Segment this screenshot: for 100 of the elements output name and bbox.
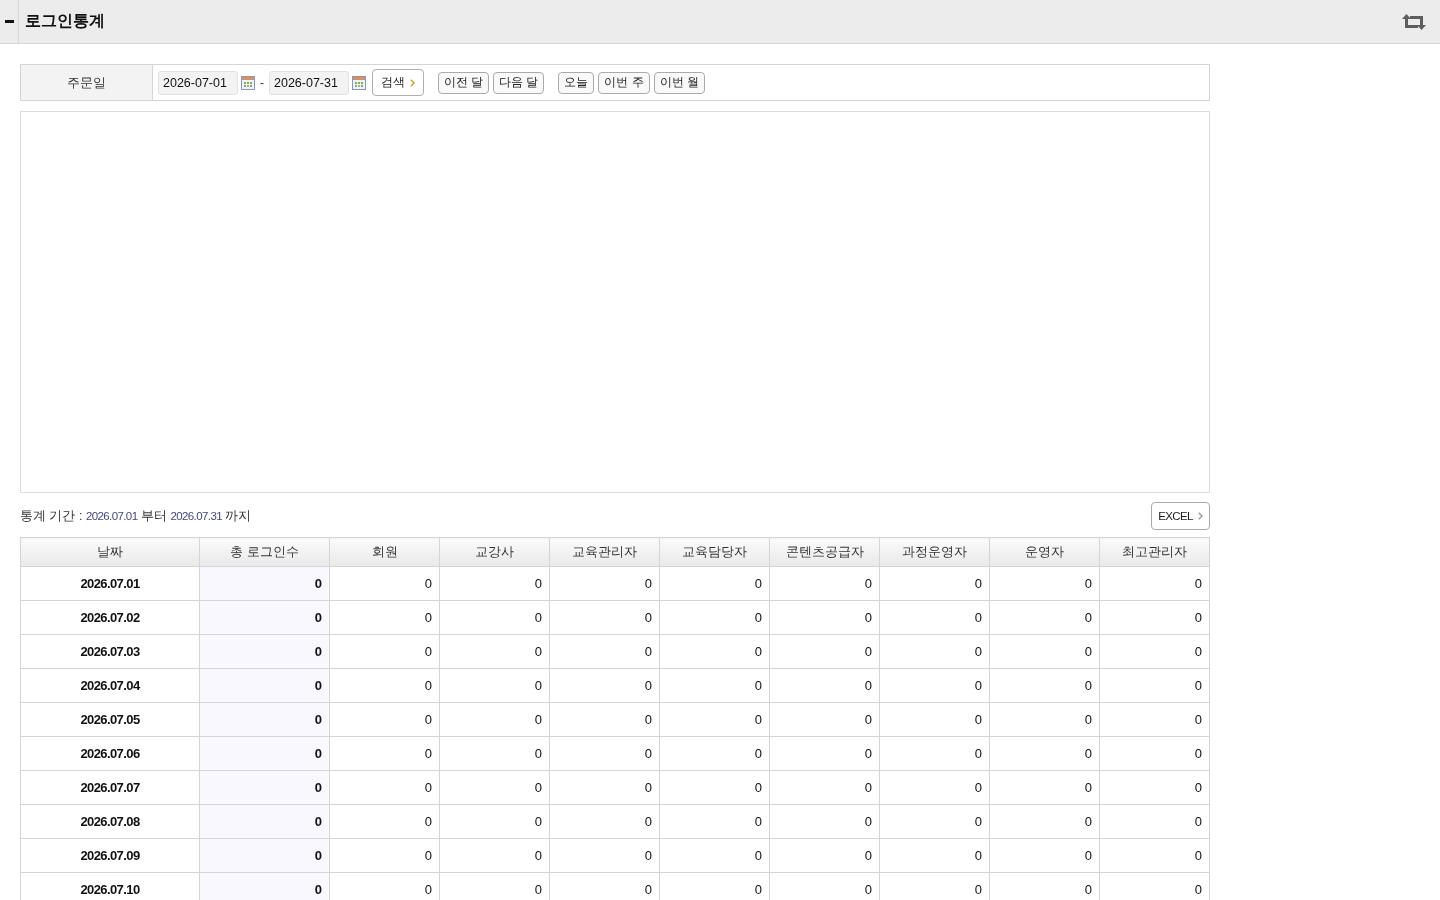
month-button[interactable]: 다음 달 <box>493 71 545 94</box>
table-cell: 0 <box>199 566 330 601</box>
table-cell: 0 <box>439 736 550 771</box>
stats-period-text: 통계 기간 : 2026.07.01 부터 2026.07.31 까지 <box>20 507 252 525</box>
table-cell: 2026.07.03 <box>20 634 200 669</box>
column-header: 최고관리자 <box>1099 537 1210 567</box>
table-cell: 0 <box>549 804 660 839</box>
table-cell: 0 <box>879 838 990 873</box>
table-cell: 0 <box>1099 702 1210 737</box>
refresh-icon[interactable] <box>1402 13 1426 30</box>
table-cell: 0 <box>329 668 440 703</box>
column-header: 교육관리자 <box>549 537 660 567</box>
table-cell: 0 <box>659 736 770 771</box>
field-label: 주문일 <box>21 65 153 100</box>
table-cell: 0 <box>769 804 880 839</box>
table-cell: 0 <box>439 838 550 873</box>
table-cell: 0 <box>769 668 880 703</box>
table-cell: 2026.07.09 <box>20 838 200 873</box>
calendar-icon[interactable] <box>241 75 255 90</box>
table-cell: 2026.07.10 <box>20 872 200 900</box>
table-cell: 0 <box>549 600 660 635</box>
table-cell: 0 <box>329 770 440 805</box>
chevron-right-icon <box>1197 512 1203 520</box>
table-cell: 0 <box>989 838 1100 873</box>
table-cell: 0 <box>199 804 330 839</box>
table-cell: 0 <box>659 668 770 703</box>
search-button[interactable]: 검색 <box>372 69 424 96</box>
table-cell: 0 <box>199 736 330 771</box>
column-header: 콘텐츠공급자 <box>769 537 880 567</box>
table-cell: 0 <box>769 770 880 805</box>
table-cell: 0 <box>199 838 330 873</box>
table-cell: 0 <box>1099 634 1210 669</box>
column-header: 날짜 <box>20 537 200 567</box>
table-cell: 0 <box>439 702 550 737</box>
table-cell: 0 <box>1099 566 1210 601</box>
table-cell: 0 <box>329 702 440 737</box>
table-cell: 0 <box>329 600 440 635</box>
table-cell: 0 <box>879 770 990 805</box>
column-header: 교강사 <box>439 537 550 567</box>
date-separator: - <box>260 75 264 90</box>
table-cell: 0 <box>659 566 770 601</box>
page-title: 로그인통계 <box>25 11 105 31</box>
table-cell: 0 <box>989 668 1100 703</box>
table-cell: 0 <box>879 668 990 703</box>
table-cell: 0 <box>549 770 660 805</box>
table-cell: 0 <box>659 702 770 737</box>
table-cell: 0 <box>769 566 880 601</box>
table-cell: 0 <box>879 702 990 737</box>
table-cell: 0 <box>549 838 660 873</box>
table-cell: 0 <box>549 668 660 703</box>
table-cell: 2026.07.06 <box>20 736 200 771</box>
table-cell: 0 <box>989 702 1100 737</box>
table-cell: 0 <box>199 872 330 900</box>
table-cell: 2026.07.04 <box>20 668 200 703</box>
table-cell: 0 <box>989 600 1100 635</box>
start-date-field[interactable]: 2026-07-01 <box>158 70 238 95</box>
table-cell: 0 <box>989 804 1100 839</box>
table-cell: 0 <box>879 634 990 669</box>
table-cell: 0 <box>439 600 550 635</box>
table-cell: 0 <box>769 634 880 669</box>
table-cell: 0 <box>989 736 1100 771</box>
table-cell: 0 <box>1099 736 1210 771</box>
table-cell: 0 <box>879 566 990 601</box>
table-cell: 0 <box>439 770 550 805</box>
end-date-field[interactable]: 2026-07-31 <box>269 70 349 95</box>
table-cell: 0 <box>199 702 330 737</box>
table-cell: 0 <box>329 804 440 839</box>
table-cell: 0 <box>659 634 770 669</box>
column-header: 총 로그인수 <box>199 537 330 567</box>
column-header: 운영자 <box>989 537 1100 567</box>
excel-button[interactable]: EXCEL <box>1151 502 1210 530</box>
table-cell: 0 <box>439 668 550 703</box>
table-cell: 0 <box>199 770 330 805</box>
table-cell: 0 <box>1099 600 1210 635</box>
range-button[interactable]: 이번 주 <box>598 71 650 94</box>
calendar-icon[interactable] <box>352 75 366 90</box>
table-cell: 0 <box>439 566 550 601</box>
table-cell: 0 <box>659 804 770 839</box>
table-cell: 0 <box>989 634 1100 669</box>
table-cell: 0 <box>199 634 330 669</box>
table-cell: 0 <box>329 838 440 873</box>
table-cell: 0 <box>549 702 660 737</box>
table-cell: 0 <box>659 838 770 873</box>
table-cell: 0 <box>659 770 770 805</box>
table-cell: 0 <box>549 736 660 771</box>
table-cell: 0 <box>329 736 440 771</box>
table-cell: 2026.07.05 <box>20 702 200 737</box>
table-cell: 2026.07.08 <box>20 804 200 839</box>
table-cell: 0 <box>439 804 550 839</box>
table-cell: 0 <box>879 804 990 839</box>
month-button[interactable]: 이전 달 <box>438 71 490 94</box>
range-button[interactable]: 이번 월 <box>653 71 705 94</box>
table-cell: 0 <box>879 600 990 635</box>
column-header: 교육담당자 <box>659 537 770 567</box>
table-cell: 0 <box>1099 804 1210 839</box>
table-cell: 0 <box>199 600 330 635</box>
range-button[interactable]: 오늘 <box>558 71 595 94</box>
column-header: 과정운영자 <box>879 537 990 567</box>
table-cell: 0 <box>439 634 550 669</box>
table-cell: 0 <box>549 566 660 601</box>
